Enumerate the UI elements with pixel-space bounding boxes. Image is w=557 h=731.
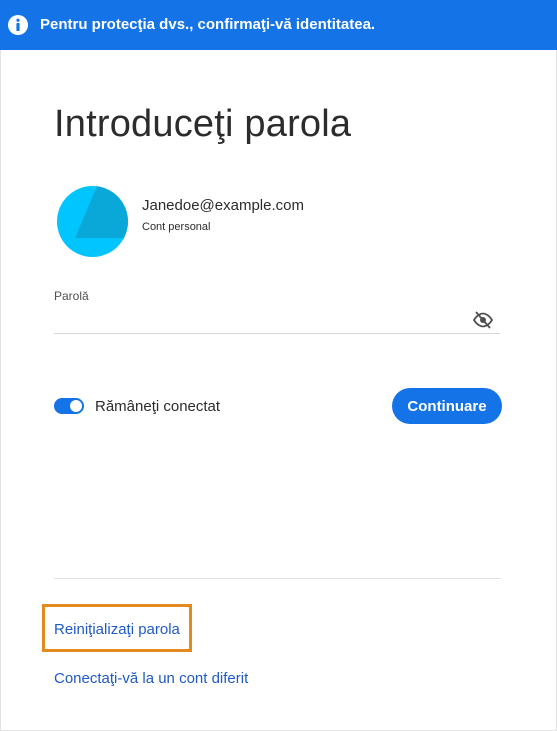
account-type: Cont personal xyxy=(142,221,211,233)
stay-signed-in-label: Rămâneţi conectat xyxy=(95,398,221,415)
password-input[interactable] xyxy=(54,306,500,334)
page-title: Introduceţi parola xyxy=(54,103,352,145)
continue-button[interactable]: Continuare xyxy=(392,388,502,424)
password-label: Parolă xyxy=(54,289,89,303)
reset-password-link[interactable]: Reiniţializaţi parola xyxy=(54,621,180,638)
other-account-link[interactable]: Conectaţi-vă la un cont diferit xyxy=(54,670,248,687)
banner-text: Pentru protecţia dvs., confirmaţi-vă ide… xyxy=(40,16,376,33)
stay-signed-in-toggle[interactable] xyxy=(54,398,84,414)
eye-slash-icon[interactable] xyxy=(472,309,494,331)
avatar-icon xyxy=(75,186,128,242)
info-icon xyxy=(8,15,28,35)
avatar xyxy=(57,186,128,257)
divider xyxy=(54,578,501,579)
toggle-knob xyxy=(70,400,82,412)
info-banner: Pentru protecţia dvs., confirmaţi-vă ide… xyxy=(0,0,557,50)
account-email: Janedoe@example.com xyxy=(142,197,304,214)
